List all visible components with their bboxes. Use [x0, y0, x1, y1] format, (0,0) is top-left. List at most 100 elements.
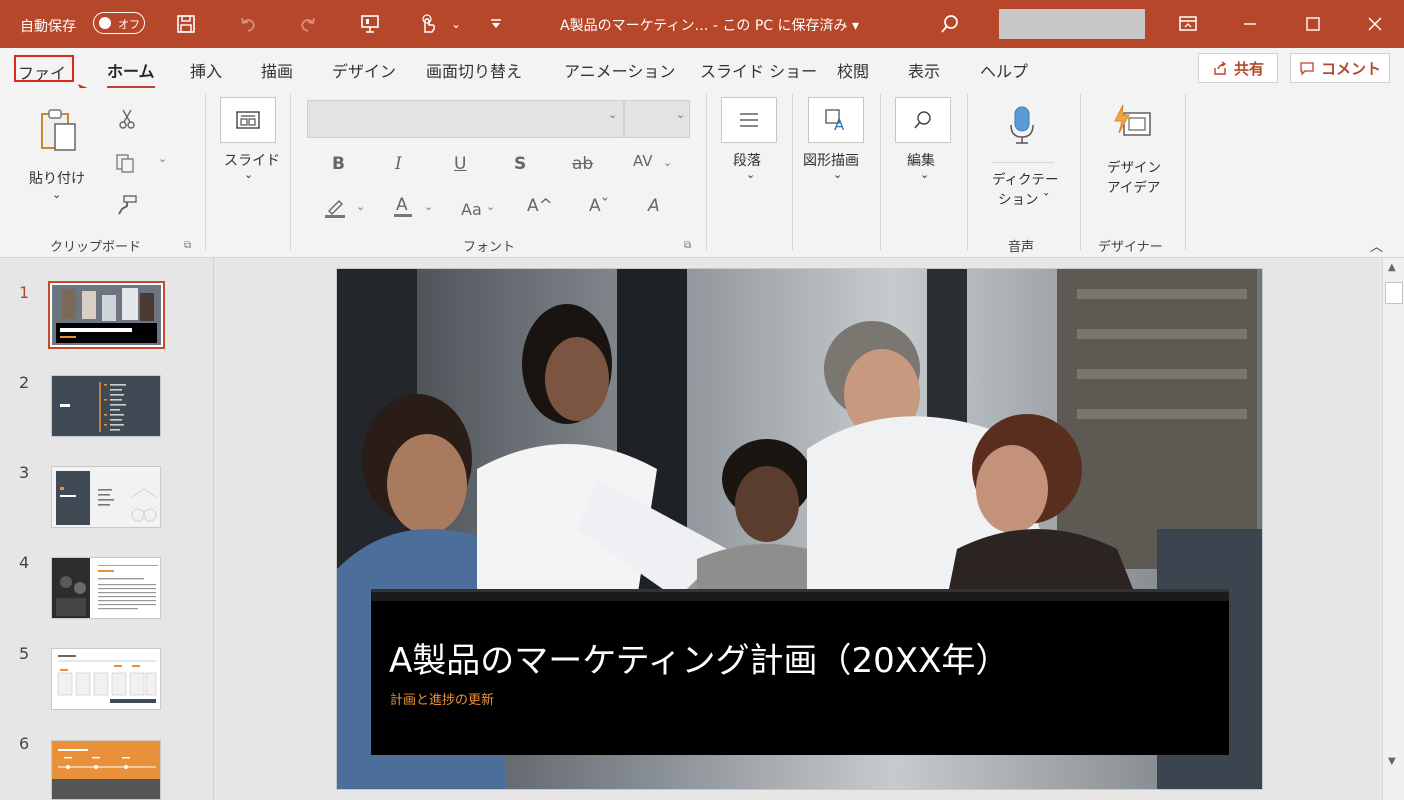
tab-animations[interactable]: アニメーション — [564, 58, 675, 82]
highlight-dropdown-icon[interactable]: ⌄ — [356, 200, 365, 213]
microphone-icon[interactable] — [1006, 104, 1038, 148]
copy-dropdown-icon[interactable]: ⌄ — [158, 152, 167, 165]
new-slide-icon[interactable] — [220, 97, 276, 143]
editing-search-icon[interactable] — [895, 97, 951, 143]
user-account-box[interactable] — [999, 9, 1145, 39]
font-size-dropdown-icon[interactable]: ⌄ — [676, 108, 685, 121]
scrollbar-thumb[interactable] — [1385, 282, 1403, 304]
clipboard-launcher-icon[interactable]: ⧉ — [184, 240, 191, 251]
bold-button[interactable]: B — [332, 154, 345, 174]
font-name-dropdown-icon[interactable]: ⌄ — [608, 108, 617, 121]
shrink-font-button[interactable]: Aˇ — [589, 196, 609, 216]
ribbon-display-icon[interactable] — [1173, 10, 1203, 38]
tab-review[interactable]: 校閲 — [837, 58, 869, 82]
separator — [1080, 94, 1081, 250]
tab-file[interactable]: ファイル — [14, 55, 74, 107]
copy-icon[interactable] — [112, 150, 138, 176]
paragraph-dropdown-icon[interactable]: ⌄ — [746, 168, 755, 181]
slide-subtitle[interactable]: 計画と進捗の更新 — [390, 689, 494, 708]
collapse-ribbon-icon[interactable]: ︿ — [1370, 236, 1383, 255]
vertical-scrollbar[interactable]: ▲ ▼ — [1382, 258, 1404, 800]
format-painter-icon[interactable] — [114, 192, 140, 218]
share-button[interactable]: 共有 — [1198, 53, 1278, 83]
slide-thumbnail-3[interactable] — [51, 466, 161, 528]
ribbon-tabs: ホーム 挿入 描画 デザイン 画面切り替え アニメーション スライド ショー 校… — [0, 48, 1404, 89]
thumbnail-number: 3 — [19, 463, 30, 482]
thumbnail-number: 2 — [19, 373, 30, 392]
clear-format-button[interactable]: A — [648, 196, 660, 216]
undo-icon[interactable] — [234, 10, 262, 38]
customize-icon[interactable] — [482, 10, 510, 38]
slide-thumbnail-5[interactable] — [51, 648, 161, 710]
tab-draw[interactable]: 描画 — [261, 58, 293, 82]
change-case-dropdown-icon[interactable]: ⌄ — [486, 200, 495, 213]
separator — [967, 94, 968, 250]
dictate-label-1[interactable]: ディクテー — [992, 168, 1059, 188]
design-ideas-icon[interactable] — [1110, 102, 1154, 142]
paste-dropdown-icon[interactable]: ⌄ — [52, 188, 61, 201]
shape-drawing-dropdown-icon[interactable]: ⌄ — [833, 168, 842, 181]
clipboard-group-label: クリップボード — [50, 240, 142, 255]
font-launcher-icon[interactable]: ⧉ — [684, 240, 691, 251]
slide-dropdown-icon[interactable]: ⌄ — [244, 168, 253, 181]
separator — [290, 94, 291, 250]
autosave-label: 自動保存 — [20, 19, 76, 35]
italic-button[interactable]: I — [395, 154, 402, 174]
document-title[interactable]: A製品のマーケティン… - この PC に保存済み ▾ — [560, 15, 859, 35]
change-case-button[interactable]: Aa — [461, 200, 482, 219]
minimize-icon[interactable] — [1235, 10, 1265, 38]
slide-title[interactable]: A製品のマーケティング計画（20XX年） — [389, 633, 1009, 682]
cut-icon[interactable] — [114, 106, 140, 132]
slide-thumbnail-4[interactable] — [51, 557, 161, 619]
font-color-icon[interactable]: A — [390, 194, 416, 220]
editing-label[interactable]: 編集 — [907, 150, 935, 170]
paragraph-label[interactable]: 段落 — [733, 150, 761, 170]
paste-icon[interactable] — [36, 108, 82, 154]
save-icon[interactable] — [172, 10, 200, 38]
strikethrough-button[interactable]: ab — [572, 154, 593, 174]
separator — [792, 94, 793, 250]
tab-transitions[interactable]: 画面切り替え — [426, 58, 522, 82]
maximize-icon[interactable] — [1298, 10, 1328, 38]
shadow-button[interactable]: S — [514, 154, 526, 174]
paste-label[interactable]: 貼り付け — [29, 168, 85, 188]
slide-thumbnail-6[interactable] — [51, 740, 161, 800]
char-spacing-button[interactable]: AV — [633, 152, 653, 170]
touch-mode-icon[interactable] — [414, 10, 442, 38]
design-ideas-label-2[interactable]: アイデア — [1107, 176, 1160, 196]
tab-insert[interactable]: 挿入 — [190, 58, 222, 82]
underline-button[interactable]: U — [454, 154, 466, 174]
ribbon: 貼り付け ⌄ ⌄ クリップボード ⧉ スライド ⌄ ⌄ ⌄ B I U S ab… — [0, 88, 1404, 258]
tab-home[interactable]: ホーム — [107, 58, 155, 89]
redo-icon[interactable] — [294, 10, 322, 38]
present-icon[interactable] — [356, 10, 384, 38]
dictate-label-2[interactable]: ション ˇ — [998, 188, 1050, 208]
paragraph-icon[interactable] — [721, 97, 777, 143]
editing-dropdown-icon[interactable]: ⌄ — [920, 168, 929, 181]
scroll-up-icon[interactable]: ▲ — [1388, 262, 1396, 273]
highlight-icon[interactable] — [322, 196, 348, 220]
slide-thumbnail-2[interactable] — [51, 375, 161, 437]
search-icon[interactable] — [936, 10, 964, 38]
close-icon[interactable] — [1360, 10, 1390, 38]
design-ideas-label-1[interactable]: デザイン — [1107, 156, 1161, 176]
tab-help[interactable]: ヘルプ — [980, 58, 1028, 82]
chevron-down-icon[interactable]: ⌄ — [442, 10, 470, 38]
slide-button-label[interactable]: スライド — [224, 150, 280, 170]
slide-thumbnail-1[interactable] — [48, 281, 165, 349]
shape-drawing-label[interactable]: 図形描画 — [803, 150, 859, 170]
separator — [992, 162, 1054, 163]
grow-font-button[interactable]: A^ — [527, 196, 553, 216]
tab-design[interactable]: デザイン — [332, 58, 396, 82]
font-name-combo[interactable] — [307, 100, 624, 138]
scroll-down-icon[interactable]: ▼ — [1388, 756, 1396, 767]
font-color-dropdown-icon[interactable]: ⌄ — [424, 200, 433, 213]
shape-drawing-icon[interactable]: A — [808, 97, 864, 143]
tab-view[interactable]: 表示 — [908, 58, 940, 82]
tab-slideshow[interactable]: スライド ショー — [700, 58, 817, 82]
char-spacing-dropdown-icon[interactable]: ⌄ — [663, 156, 672, 169]
title-placeholder[interactable]: A製品のマーケティング計画（20XX年） 計画と進捗の更新 — [371, 589, 1229, 755]
separator — [1185, 94, 1186, 250]
autosave-toggle[interactable]: オフ — [93, 12, 145, 34]
comment-button[interactable]: コメント — [1290, 53, 1390, 83]
